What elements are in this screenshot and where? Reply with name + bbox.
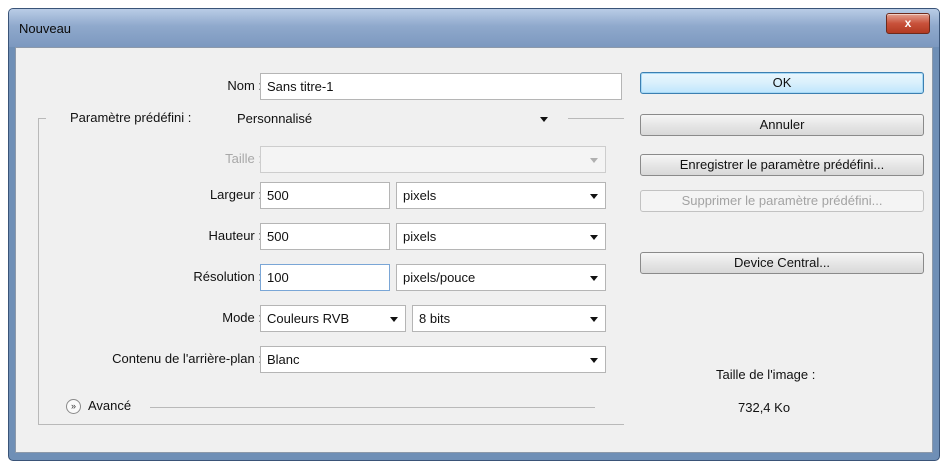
- height-label: Hauteur :: [208, 228, 262, 243]
- group-border-right-top: [568, 118, 624, 119]
- resolution-label: Résolution :: [193, 269, 262, 284]
- bit-depth-value: 8 bits: [419, 311, 451, 326]
- height-unit-value: pixels: [403, 229, 437, 244]
- mode-value: Couleurs RVB: [267, 311, 350, 326]
- width-unit-value: pixels: [403, 188, 437, 203]
- chevron-down-icon: [390, 317, 398, 322]
- name-label: Nom :: [227, 78, 262, 93]
- advanced-divider: [150, 407, 595, 408]
- preset-label: Paramètre prédéfini :: [70, 110, 192, 125]
- bit-depth-select[interactable]: 8 bits: [412, 305, 606, 332]
- width-label: Largeur :: [209, 187, 262, 202]
- ok-button[interactable]: OK: [640, 72, 924, 94]
- preset-select[interactable]: Personnalisé: [230, 105, 556, 132]
- advanced-toggle[interactable]: Avancé: [88, 398, 131, 413]
- double-chevron-down-icon[interactable]: »: [66, 399, 81, 414]
- background-label: Contenu de l'arrière-plan :: [112, 351, 262, 366]
- group-border-bottom: [38, 424, 624, 425]
- dialog-title: Nouveau: [19, 21, 72, 36]
- width-unit-select[interactable]: pixels: [396, 182, 606, 209]
- background-value: Blanc: [267, 352, 300, 367]
- close-button[interactable]: x: [886, 13, 930, 34]
- preset-value: Personnalisé: [237, 111, 313, 126]
- size-select[interactable]: [260, 146, 606, 173]
- dialog-window: Nouveau x Nom : Sans titre-1 Paramètre p…: [8, 8, 940, 461]
- title-bar[interactable]: Nouveau x: [9, 9, 939, 47]
- image-size-value: 732,4 Ko: [738, 400, 791, 415]
- size-label: Taille :: [225, 151, 262, 166]
- height-input[interactable]: 500: [260, 223, 390, 250]
- chevron-down-icon: [590, 235, 598, 240]
- chevron-down-icon: [590, 194, 598, 199]
- close-icon: x: [904, 16, 912, 30]
- cancel-button[interactable]: Annuler: [640, 114, 924, 136]
- width-input[interactable]: 500: [260, 182, 390, 209]
- group-border-left-top: [38, 118, 46, 119]
- chevron-down-icon: [590, 317, 598, 322]
- mode-select[interactable]: Couleurs RVB: [260, 305, 406, 332]
- chevron-down-icon: [590, 158, 598, 163]
- save-preset-button[interactable]: Enregistrer le paramètre prédéfini...: [640, 154, 924, 176]
- resolution-unit-select[interactable]: pixels/pouce: [396, 264, 606, 291]
- height-unit-select[interactable]: pixels: [396, 223, 606, 250]
- chevron-down-icon: [590, 276, 598, 281]
- chevron-down-icon: [540, 117, 548, 122]
- background-select[interactable]: Blanc: [260, 346, 606, 373]
- device-central-button[interactable]: Device Central...: [640, 252, 924, 274]
- image-size-label: Taille de l'image :: [716, 367, 816, 382]
- delete-preset-button[interactable]: Supprimer le paramètre prédéfini...: [640, 190, 924, 212]
- resolution-unit-value: pixels/pouce: [403, 270, 476, 285]
- name-input[interactable]: Sans titre-1: [260, 73, 622, 100]
- dialog-body: Nom : Sans titre-1 Paramètre prédéfini :…: [15, 47, 933, 453]
- chevron-down-icon: [590, 358, 598, 363]
- resolution-input[interactable]: 100: [260, 264, 390, 291]
- mode-label: Mode :: [222, 310, 262, 325]
- group-border-left: [38, 118, 39, 424]
